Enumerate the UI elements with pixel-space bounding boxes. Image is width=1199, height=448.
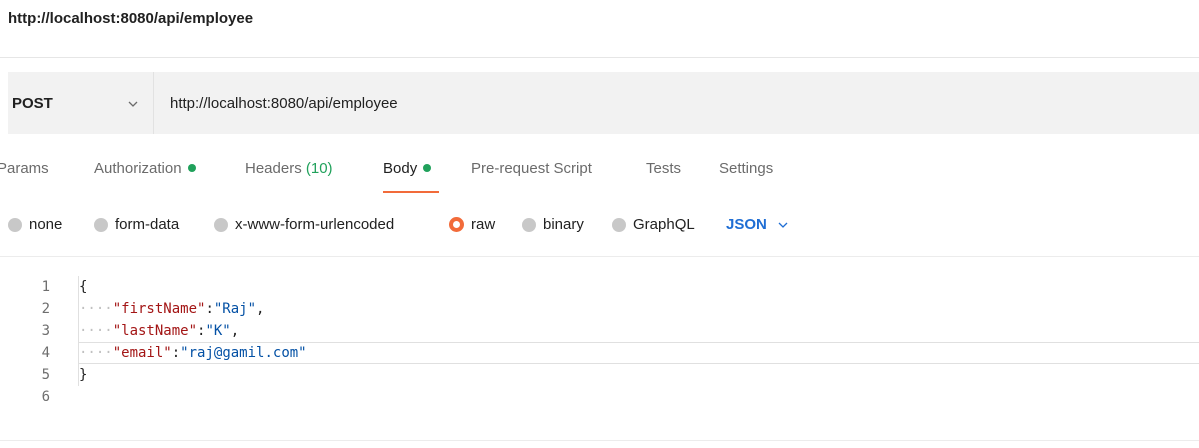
request-tabs: Params Authorization Headers (10) Body P… [0,150,1199,196]
divider [0,256,1199,257]
json-key: "lastName" [112,323,198,339]
chevron-down-icon [778,222,788,228]
radio-icon [94,217,108,232]
whitespace: ···· [79,323,113,339]
code-text: ····"firstName":"Raj", [78,298,264,320]
tab-tests[interactable]: Tests [646,160,681,177]
code-text: ····"lastName":"K", [78,320,239,342]
tab-body-label: Body [383,160,418,177]
json-value: "raj@gamil.com" [180,345,307,361]
title-bar: http://localhost:8080/api/employee [0,0,1199,58]
json-key: "email" [112,345,172,361]
page-title: http://localhost:8080/api/employee [8,10,254,27]
tab-params[interactable]: Params [0,160,49,177]
json-key: "firstName" [112,301,206,317]
chevron-down-icon [128,101,138,107]
radio-graphql-label: GraphQL [633,216,695,233]
radio-urlencoded-label: x-www-form-urlencoded [235,216,395,233]
radio-raw-label: raw [471,216,496,233]
status-dot-icon [423,164,432,173]
active-tab-indicator [383,191,439,193]
json-colon: : [205,301,214,317]
url-input[interactable]: http://localhost:8080/api/employee [170,72,1170,134]
radio-none-label: none [29,216,63,233]
line-number: 6 [41,389,50,405]
json-comma: , [230,323,240,339]
tab-headers[interactable]: Headers (10) [245,160,333,177]
json-value: "Raj" [213,301,257,317]
code-editor[interactable]: 1 { 2 ····"firstName":"Raj", 3 ····"last… [0,276,1199,408]
radio-none[interactable]: none [8,216,62,233]
radio-form-data-label: form-data [115,216,180,233]
tab-headers-label: Headers [245,160,302,177]
tab-body[interactable]: Body [383,160,432,177]
code-text: } [78,364,87,386]
json-colon: : [171,345,181,361]
whitespace: ···· [79,345,113,361]
radio-icon [214,217,228,232]
request-bar: POST http://localhost:8080/api/employee [8,72,1199,134]
whitespace: ···· [79,301,113,317]
line-number: 1 [41,279,50,295]
radio-icon [612,217,626,232]
tab-tests-label: Tests [646,160,682,177]
radio-selected-icon [449,217,464,232]
tab-authorization[interactable]: Authorization [94,160,196,177]
format-dropdown[interactable]: JSON [726,216,789,233]
radio-form-data[interactable]: form-data [94,216,179,233]
radio-urlencoded[interactable]: x-www-form-urlencoded [214,216,394,233]
tab-pre-request-label: Pre-request Script [471,160,592,177]
line-number: 5 [41,367,50,383]
status-dot-icon [187,164,196,173]
code-line: 2 ····"firstName":"Raj", [0,298,1199,320]
radio-icon [522,217,536,232]
line-number: 2 [41,301,50,317]
tab-settings-label: Settings [719,160,774,177]
body-type-options: none form-data x-www-form-urlencoded raw… [0,212,1199,242]
divider [0,440,1199,441]
line-number: 3 [41,323,50,339]
code-line: 3 ····"lastName":"K", [0,320,1199,342]
tab-settings[interactable]: Settings [719,160,773,177]
code-line: 1 { [0,276,1199,298]
radio-raw[interactable]: raw [449,216,495,233]
radio-icon [8,217,22,232]
line-number: 4 [41,345,50,361]
code-line: 5 } [0,364,1199,386]
code-text: { [78,276,87,298]
format-label: JSON [726,216,767,233]
code-text: ····"email":"raj@gamil.com" [78,342,307,364]
open-brace: { [79,279,88,295]
tab-params-label: Params [0,160,49,177]
radio-binary[interactable]: binary [522,216,584,233]
tab-authorization-label: Authorization [94,160,182,177]
json-value: "K" [205,323,231,339]
method-dropdown[interactable]: POST [8,72,154,134]
headers-count: (10) [305,160,333,177]
code-line: 6 [0,386,1199,408]
radio-graphql[interactable]: GraphQL [612,216,695,233]
json-comma: , [256,301,265,317]
method-label: POST [12,94,53,112]
tab-pre-request-script[interactable]: Pre-request Script [471,160,592,177]
radio-binary-label: binary [543,216,584,233]
code-line-current: 4 ····"email":"raj@gamil.com" [0,342,1199,364]
close-brace: } [79,367,88,383]
